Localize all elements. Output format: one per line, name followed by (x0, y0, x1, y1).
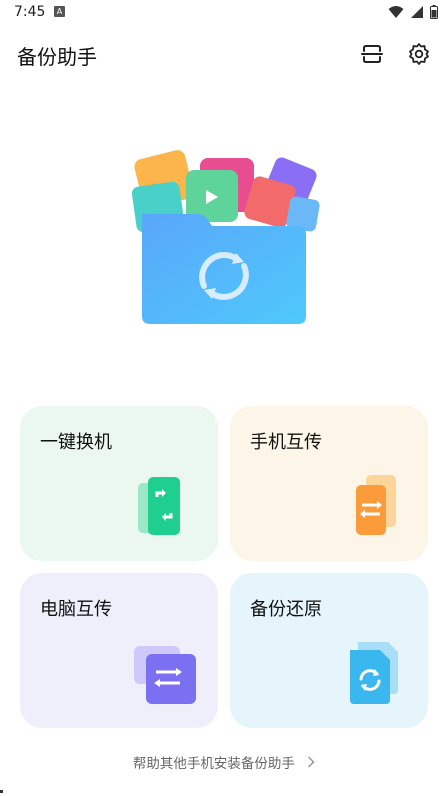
app-header: 备份助手 (0, 26, 448, 82)
settings-button[interactable] (406, 41, 432, 67)
one-click-switch-card[interactable]: 一键换机 (20, 406, 218, 561)
corner-dot (0, 790, 3, 793)
pc-transfer-icon (130, 638, 200, 708)
hero-illustration (120, 140, 330, 340)
scan-button[interactable] (359, 41, 385, 67)
scan-icon (361, 45, 383, 63)
status-icons (388, 5, 438, 19)
backup-restore-icon (340, 638, 410, 708)
page-title: 备份助手 (17, 45, 97, 69)
status-time: 7:45 (14, 4, 46, 20)
backup-folder-illustration (131, 150, 320, 324)
folder-shape (142, 214, 306, 324)
backup-restore-card[interactable]: 备份还原 (230, 573, 428, 728)
phone-transfer-icon (340, 471, 410, 541)
help-link-text: 帮助其他手机安装备份助手 (132, 756, 295, 772)
help-install-link[interactable]: 帮助其他手机安装备份助手 (0, 752, 448, 772)
card-label: 手机互传 (250, 432, 322, 453)
signal-icon (411, 6, 423, 18)
card-label: 备份还原 (250, 599, 322, 620)
wifi-icon (388, 6, 404, 18)
card-label: 一键换机 (40, 432, 112, 453)
card-label: 电脑互传 (40, 599, 112, 620)
battery-icon (430, 5, 438, 19)
status-bar: 7:45 A (0, 0, 448, 26)
chevron-right-icon (307, 756, 315, 772)
phone-transfer-card[interactable]: 手机互传 (230, 406, 428, 561)
pc-transfer-card[interactable]: 电脑互传 (20, 573, 218, 728)
notification-icon: A (54, 6, 65, 17)
phone-swap-icon (130, 471, 200, 541)
gear-icon (409, 43, 429, 65)
